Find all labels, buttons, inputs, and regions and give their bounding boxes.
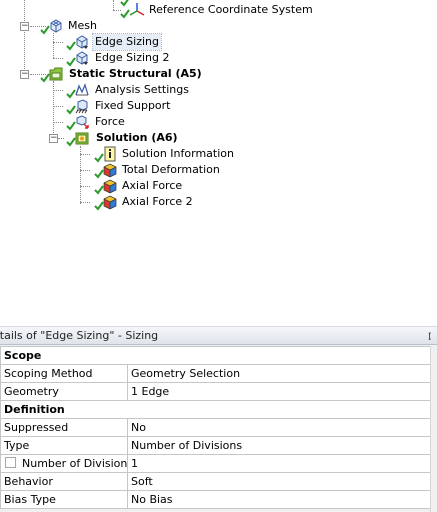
tree-item-edge-sizing[interactable]: Edge Sizing xyxy=(0,33,437,51)
property-row[interactable]: Number of Divisions 1 xyxy=(0,454,431,473)
property-name: Behavior xyxy=(0,472,128,491)
force-icon xyxy=(76,115,89,129)
tree-item-axial-force-2[interactable]: Axial Force 2 xyxy=(0,194,437,211)
property-row[interactable]: Bias Type No Bias xyxy=(0,490,431,509)
property-row[interactable]: Geometry 1 Edge xyxy=(0,382,431,401)
analysis-settings-icon xyxy=(75,83,89,96)
property-name: Bias Type xyxy=(0,490,128,509)
details-scrollbar[interactable] xyxy=(430,346,437,512)
tree-item-solution-information[interactable]: Solution Information xyxy=(0,146,437,163)
property-name-cell: Number of Divisions xyxy=(0,454,128,473)
outline-tree: Reference Coordinate System − Mesh Edge … xyxy=(0,0,437,326)
tree-item-label: Solution Information xyxy=(122,147,234,160)
tree-item-label: Edge Sizing xyxy=(91,33,163,51)
property-value[interactable]: 1 xyxy=(127,454,431,473)
section-label: Definition xyxy=(0,400,431,419)
tree-item-label: Analysis Settings xyxy=(95,83,189,96)
property-value[interactable]: No xyxy=(127,418,431,437)
property-row[interactable]: Behavior Soft xyxy=(0,472,431,491)
section-label: Scope xyxy=(0,346,431,365)
tree-item-label: Axial Force 2 xyxy=(122,195,193,208)
solution-icon xyxy=(75,132,89,145)
mesh-icon xyxy=(50,19,62,33)
edge-sizing-icon xyxy=(76,35,88,49)
tree-item-label: Total Deformation xyxy=(122,163,220,176)
property-value[interactable]: Number of Divisions xyxy=(127,436,431,455)
tree-item-label: Static Structural (A5) xyxy=(69,67,202,80)
tree-item-total-deformation[interactable]: Total Deformation xyxy=(0,162,437,179)
property-name: Type xyxy=(0,436,128,455)
tree-item-edge-sizing-2[interactable]: Edge Sizing 2 xyxy=(0,50,437,67)
details-grid: Scope Scoping Method Geometry Selection … xyxy=(0,346,431,509)
property-value[interactable]: Geometry Selection xyxy=(127,364,431,383)
property-value[interactable]: 1 Edge xyxy=(127,382,431,401)
property-name: Suppressed xyxy=(0,418,128,437)
static-structural-icon xyxy=(49,67,63,81)
tree-item-axial-force[interactable]: Axial Force xyxy=(0,178,437,195)
tree-item-label: Solution (A6) xyxy=(96,131,178,144)
result-icon xyxy=(103,179,117,194)
tree-item-analysis-settings[interactable]: Analysis Settings xyxy=(0,82,437,99)
property-name: Number of Divisions xyxy=(22,457,128,470)
property-row[interactable]: Scoping Method Geometry Selection xyxy=(0,364,431,383)
tree-item-static-structural[interactable]: Static Structural (A5) xyxy=(0,66,437,83)
details-header: etails of "Edge Sizing" - Sizing 𝔩 xyxy=(0,327,437,345)
property-value[interactable]: No Bias xyxy=(127,490,431,509)
property-value[interactable]: Soft xyxy=(127,472,431,491)
details-panel: etails of "Edge Sizing" - Sizing 𝔩 Scope… xyxy=(0,327,437,512)
parameter-checkbox[interactable] xyxy=(5,457,16,468)
tree-item-label: Axial Force xyxy=(122,179,183,192)
pin-icon[interactable]: 𝔩 xyxy=(428,328,431,345)
tree-item-reference-coordinate-system[interactable]: Reference Coordinate System xyxy=(0,2,437,19)
section-row-definition[interactable]: Definition xyxy=(0,400,431,419)
result-icon xyxy=(103,195,117,210)
tree-item-label: Force xyxy=(95,115,125,128)
property-name: Scoping Method xyxy=(0,364,128,383)
section-row-scope[interactable]: Scope xyxy=(0,346,431,365)
tree-item-label: Fixed Support xyxy=(95,99,171,112)
property-row[interactable]: Type Number of Divisions xyxy=(0,436,431,455)
fixed-support-icon xyxy=(75,99,88,114)
property-row[interactable]: Suppressed No xyxy=(0,418,431,437)
tree-item-label: Mesh xyxy=(68,19,97,32)
tree-item-mesh[interactable]: Mesh xyxy=(0,18,437,35)
coordinate-system-icon xyxy=(129,3,145,16)
result-icon xyxy=(103,163,117,178)
edge-sizing-icon xyxy=(76,51,88,65)
tree-item-label: Reference Coordinate System xyxy=(149,3,313,16)
solution-information-icon xyxy=(104,146,116,162)
tree-item-solution[interactable]: Solution (A6) xyxy=(0,130,437,147)
details-title: etails of "Edge Sizing" - Sizing xyxy=(0,329,159,342)
property-name: Geometry xyxy=(0,382,128,401)
tree-item-force[interactable]: Force xyxy=(0,114,437,131)
tree-item-fixed-support[interactable]: Fixed Support xyxy=(0,98,437,115)
tree-item-label: Edge Sizing 2 xyxy=(95,51,170,64)
